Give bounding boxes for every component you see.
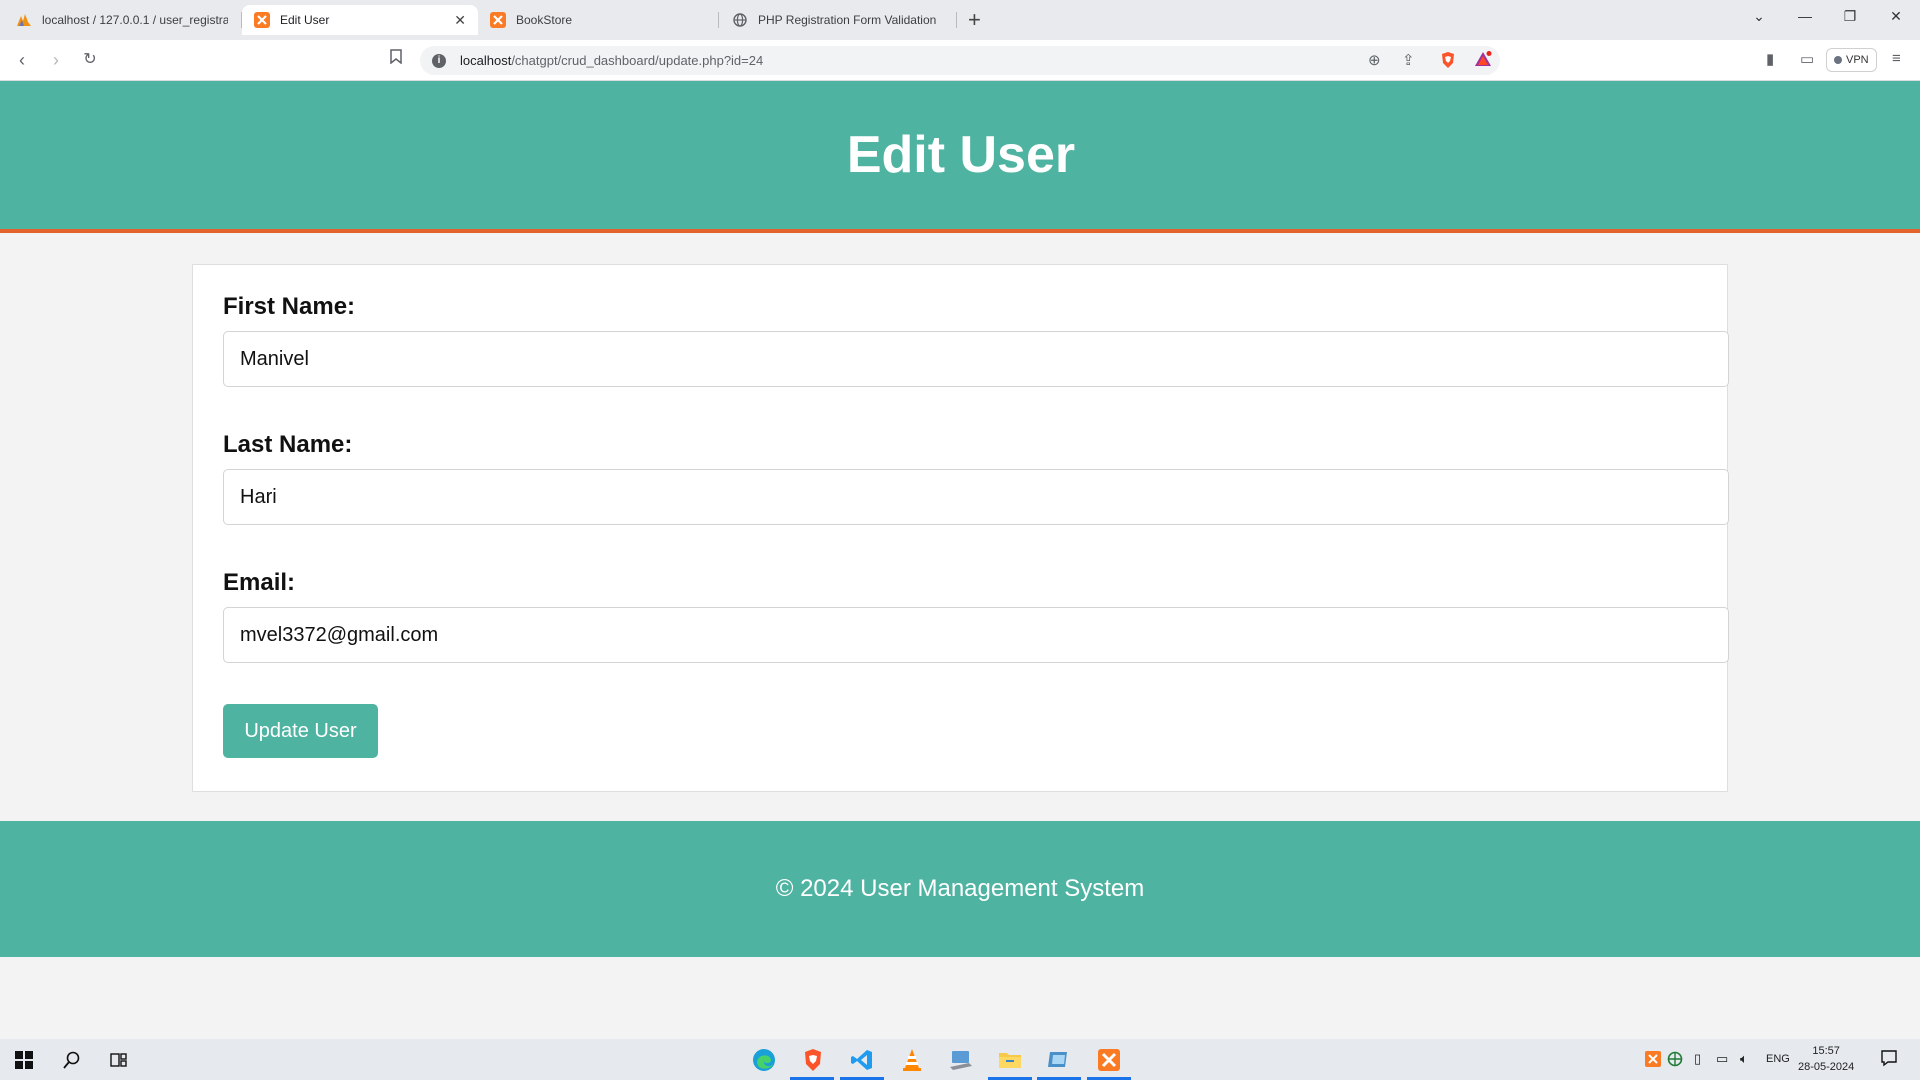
brave-shields-icon[interactable] [1440, 51, 1456, 73]
site-footer: © 2024 User Management System [0, 821, 1920, 957]
site-header: Edit User [0, 81, 1920, 233]
email-label: Email: [223, 569, 296, 596]
computer-app-icon[interactable] [947, 1046, 975, 1074]
first-name-input[interactable] [223, 331, 1729, 387]
last-name-input[interactable] [223, 469, 1729, 525]
first-name-label: First Name: [223, 293, 356, 320]
xampp-icon [254, 12, 270, 28]
xampp-icon [490, 12, 506, 28]
vpn-button[interactable]: VPN [1826, 48, 1877, 72]
email-group: Email: [223, 569, 1729, 663]
battery-icon[interactable]: ▯ [1694, 1051, 1701, 1067]
close-window-icon[interactable]: ✕ [1884, 8, 1908, 25]
windows-start-icon[interactable] [10, 1046, 38, 1074]
wallet-icon[interactable]: ▭ [1800, 50, 1814, 68]
clock[interactable]: 15:57 28-05-2024 [1798, 1043, 1854, 1075]
language-indicator[interactable]: ENG [1766, 1053, 1790, 1065]
site-info-icon[interactable]: i [432, 53, 446, 68]
network-icon[interactable]: ▭ [1716, 1051, 1728, 1067]
close-tab-icon[interactable]: ✕ [454, 12, 466, 29]
page-content: Edit User First Name: Last Name: Email: … [0, 81, 1920, 1039]
taskbar: ▯ ▭ 🔈︎ ENG 15:57 28-05-2024 [0, 1039, 1920, 1080]
edge-icon[interactable] [750, 1046, 778, 1074]
footer-text: © 2024 User Management System [775, 875, 1145, 902]
file-explorer-icon[interactable] [996, 1046, 1024, 1074]
browser-toolbar: ‹ › ↻ i localhost/chatgpt/crud_dashboard… [0, 40, 1920, 81]
brave-rewards-icon[interactable] [1474, 51, 1492, 71]
brave-icon[interactable] [799, 1046, 827, 1074]
notifications-icon[interactable] [1880, 1049, 1898, 1070]
tab-phpmyadmin[interactable]: localhost / 127.0.0.1 / user_registratio [4, 5, 240, 35]
tab-php-registration[interactable]: PHP Registration Form Validation [720, 5, 956, 35]
tab-bookstore[interactable]: BookStore [478, 5, 718, 35]
url-text[interactable]: localhost/chatgpt/crud_dashboard/update.… [460, 53, 763, 68]
search-icon[interactable] [58, 1046, 86, 1074]
tab-search-chevron-icon[interactable]: ⌄ [1747, 8, 1771, 25]
restore-icon[interactable]: ❐ [1838, 8, 1862, 25]
email-input[interactable] [223, 607, 1729, 663]
minimize-icon[interactable]: — [1793, 8, 1817, 24]
zoom-icon[interactable]: ⊕ [1368, 51, 1381, 69]
back-icon[interactable]: ‹ [10, 48, 34, 72]
vlc-icon[interactable] [898, 1046, 926, 1074]
share-icon[interactable]: ⇪ [1402, 51, 1415, 69]
first-name-group: First Name: [223, 293, 1729, 387]
clock-time: 15:57 [1812, 1045, 1840, 1057]
last-name-group: Last Name: [223, 431, 1729, 525]
new-tab-icon[interactable]: + [968, 8, 981, 32]
forward-icon[interactable]: › [44, 48, 68, 72]
page-title: Edit User [846, 126, 1076, 184]
sidebar-toggle-icon[interactable]: ▮ [1766, 50, 1774, 68]
vpn-tray-icon[interactable] [1667, 1051, 1683, 1070]
volume-icon[interactable]: 🔈︎ [1740, 1051, 1748, 1067]
edit-user-form: First Name: Last Name: Email: Update Use… [192, 264, 1729, 792]
terminal-app-icon[interactable] [1045, 1046, 1073, 1074]
bookmark-icon[interactable] [384, 48, 408, 72]
phpmyadmin-icon [16, 12, 32, 28]
xampp-icon[interactable] [1095, 1046, 1123, 1074]
xampp-tray-icon[interactable] [1645, 1051, 1661, 1070]
reload-icon[interactable]: ↻ [78, 48, 102, 72]
menu-icon[interactable]: ≡ [1892, 50, 1901, 67]
task-view-icon[interactable] [105, 1046, 133, 1074]
globe-icon [732, 12, 748, 28]
last-name-label: Last Name: [223, 431, 353, 458]
tab-edit-user[interactable]: Edit User ✕ [242, 5, 478, 35]
vpn-status-icon [1834, 56, 1842, 64]
clock-date: 28-05-2024 [1798, 1061, 1855, 1073]
browser-tab-bar: localhost / 127.0.0.1 / user_registratio… [0, 0, 1920, 40]
address-bar[interactable]: i localhost/chatgpt/crud_dashboard/updat… [420, 46, 1500, 75]
update-user-button[interactable]: Update User [223, 704, 378, 758]
vscode-icon[interactable] [848, 1046, 876, 1074]
